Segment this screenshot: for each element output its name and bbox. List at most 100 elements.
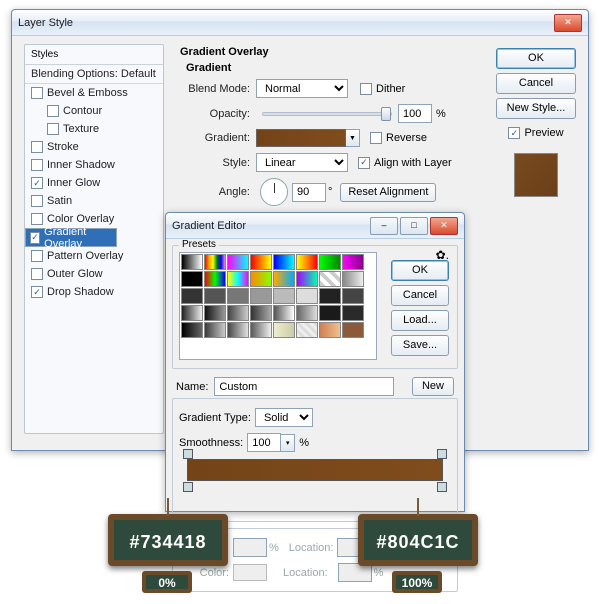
preset-swatch[interactable] (319, 254, 341, 270)
style-item-outer-glow[interactable]: Outer Glow (25, 265, 163, 283)
style-item-contour[interactable]: Contour (25, 102, 163, 120)
gtype-select[interactable]: Solid (255, 408, 313, 427)
align-checkbox[interactable]: ✓ (358, 157, 370, 169)
preset-swatch[interactable] (296, 305, 318, 321)
preset-swatch[interactable] (273, 271, 295, 287)
style-checkbox[interactable] (31, 213, 43, 225)
preset-swatch[interactable] (204, 322, 226, 338)
opacity-stop-left[interactable] (183, 449, 193, 459)
style-item-drop-shadow[interactable]: ✓Drop Shadow (25, 283, 163, 301)
preset-swatch[interactable] (296, 254, 318, 270)
gradient-dropdown[interactable]: ▼ (346, 129, 360, 147)
layer-style-titlebar[interactable]: Layer Style ✕ (12, 10, 588, 36)
preset-swatch[interactable] (204, 288, 226, 304)
maximize-icon[interactable]: □ (400, 217, 428, 235)
preset-swatch[interactable] (319, 271, 341, 287)
preset-swatch[interactable] (250, 288, 272, 304)
style-item-stroke[interactable]: Stroke (25, 138, 163, 156)
style-item-gradient-overlay[interactable]: ✓Gradient Overlay (25, 228, 117, 247)
preset-swatch[interactable] (181, 288, 203, 304)
style-checkbox[interactable] (31, 159, 43, 171)
style-checkbox[interactable] (47, 105, 59, 117)
preset-swatch[interactable] (319, 288, 341, 304)
style-checkbox[interactable] (31, 268, 43, 280)
minimize-icon[interactable]: – (370, 217, 398, 235)
preset-swatch[interactable] (250, 254, 272, 270)
style-checkbox[interactable] (31, 195, 43, 207)
preset-swatch[interactable] (227, 322, 249, 338)
style-item-inner-glow[interactable]: ✓Inner Glow (25, 174, 163, 192)
style-checkbox[interactable] (31, 87, 43, 99)
preset-swatch[interactable] (319, 305, 341, 321)
save-button[interactable]: Save... (391, 335, 449, 356)
style-item-satin[interactable]: Satin (25, 192, 163, 210)
editor-close-icon[interactable]: ✕ (430, 217, 458, 235)
preset-swatch[interactable] (227, 288, 249, 304)
opacity-input[interactable] (398, 104, 432, 123)
angle-dial[interactable] (260, 178, 288, 206)
new-style-button[interactable]: New Style... (496, 98, 576, 119)
smooth-dropdown[interactable]: ▾ (281, 434, 295, 452)
color-stop-right[interactable] (437, 482, 447, 492)
style-checkbox[interactable] (31, 250, 43, 262)
gradient-bar[interactable] (187, 459, 443, 481)
new-button[interactable]: New (412, 377, 454, 396)
preview-checkbox[interactable]: ✓ (508, 127, 520, 139)
ok-button[interactable]: OK (496, 48, 576, 69)
preset-swatch[interactable] (296, 271, 318, 287)
preset-swatch[interactable] (227, 271, 249, 287)
style-checkbox[interactable] (31, 141, 43, 153)
preset-swatch[interactable] (227, 254, 249, 270)
reverse-checkbox[interactable] (370, 132, 382, 144)
color-stop-left[interactable] (183, 482, 193, 492)
preset-swatch[interactable] (204, 271, 226, 287)
style-item-bevel-emboss[interactable]: Bevel & Emboss (25, 84, 163, 102)
close-icon[interactable]: ✕ (554, 14, 582, 32)
preset-swatch[interactable] (227, 305, 249, 321)
preset-swatch[interactable] (296, 288, 318, 304)
reset-alignment-button[interactable]: Reset Alignment (340, 183, 436, 202)
preset-swatch[interactable] (181, 305, 203, 321)
style-checkbox[interactable]: ✓ (30, 232, 40, 244)
name-input[interactable] (214, 377, 394, 396)
preset-swatch[interactable] (181, 271, 203, 287)
style-item-texture[interactable]: Texture (25, 120, 163, 138)
style-checkbox[interactable]: ✓ (31, 177, 43, 189)
preset-swatch[interactable] (342, 288, 364, 304)
editor-cancel-button[interactable]: Cancel (391, 285, 449, 306)
preset-swatch[interactable] (296, 322, 318, 338)
preset-swatch[interactable] (273, 254, 295, 270)
preset-swatch[interactable] (273, 305, 295, 321)
gradient-swatch[interactable] (256, 129, 346, 147)
editor-ok-button[interactable]: OK (391, 260, 449, 281)
style-checkbox[interactable]: ✓ (31, 286, 43, 298)
smooth-input[interactable] (247, 433, 281, 452)
preset-swatch[interactable] (319, 322, 341, 338)
preset-swatch[interactable] (250, 305, 272, 321)
cancel-button[interactable]: Cancel (496, 73, 576, 94)
preset-grid[interactable] (179, 252, 377, 360)
preset-swatch[interactable] (204, 254, 226, 270)
style-item-inner-shadow[interactable]: Inner Shadow (25, 156, 163, 174)
angle-input[interactable] (292, 183, 326, 202)
preset-swatch[interactable] (273, 322, 295, 338)
style-checkbox[interactable] (47, 123, 59, 135)
preset-swatch[interactable] (342, 271, 364, 287)
load-button[interactable]: Load... (391, 310, 449, 331)
preset-swatch[interactable] (181, 254, 203, 270)
blend-mode-select[interactable]: Normal (256, 79, 348, 98)
style-select[interactable]: Linear (256, 153, 348, 172)
preset-swatch[interactable] (342, 305, 364, 321)
blending-options[interactable]: Blending Options: Default (25, 65, 163, 84)
preset-swatch[interactable] (342, 254, 364, 270)
preset-swatch[interactable] (342, 322, 364, 338)
preset-swatch[interactable] (250, 322, 272, 338)
preset-swatch[interactable] (273, 288, 295, 304)
dither-checkbox[interactable] (360, 83, 372, 95)
preset-swatch[interactable] (250, 271, 272, 287)
opacity-stop-right[interactable] (437, 449, 447, 459)
style-item-pattern-overlay[interactable]: Pattern Overlay (25, 247, 163, 265)
editor-titlebar[interactable]: Gradient Editor – □ ✕ (166, 213, 464, 239)
preset-swatch[interactable] (181, 322, 203, 338)
opacity-slider[interactable] (262, 112, 392, 116)
